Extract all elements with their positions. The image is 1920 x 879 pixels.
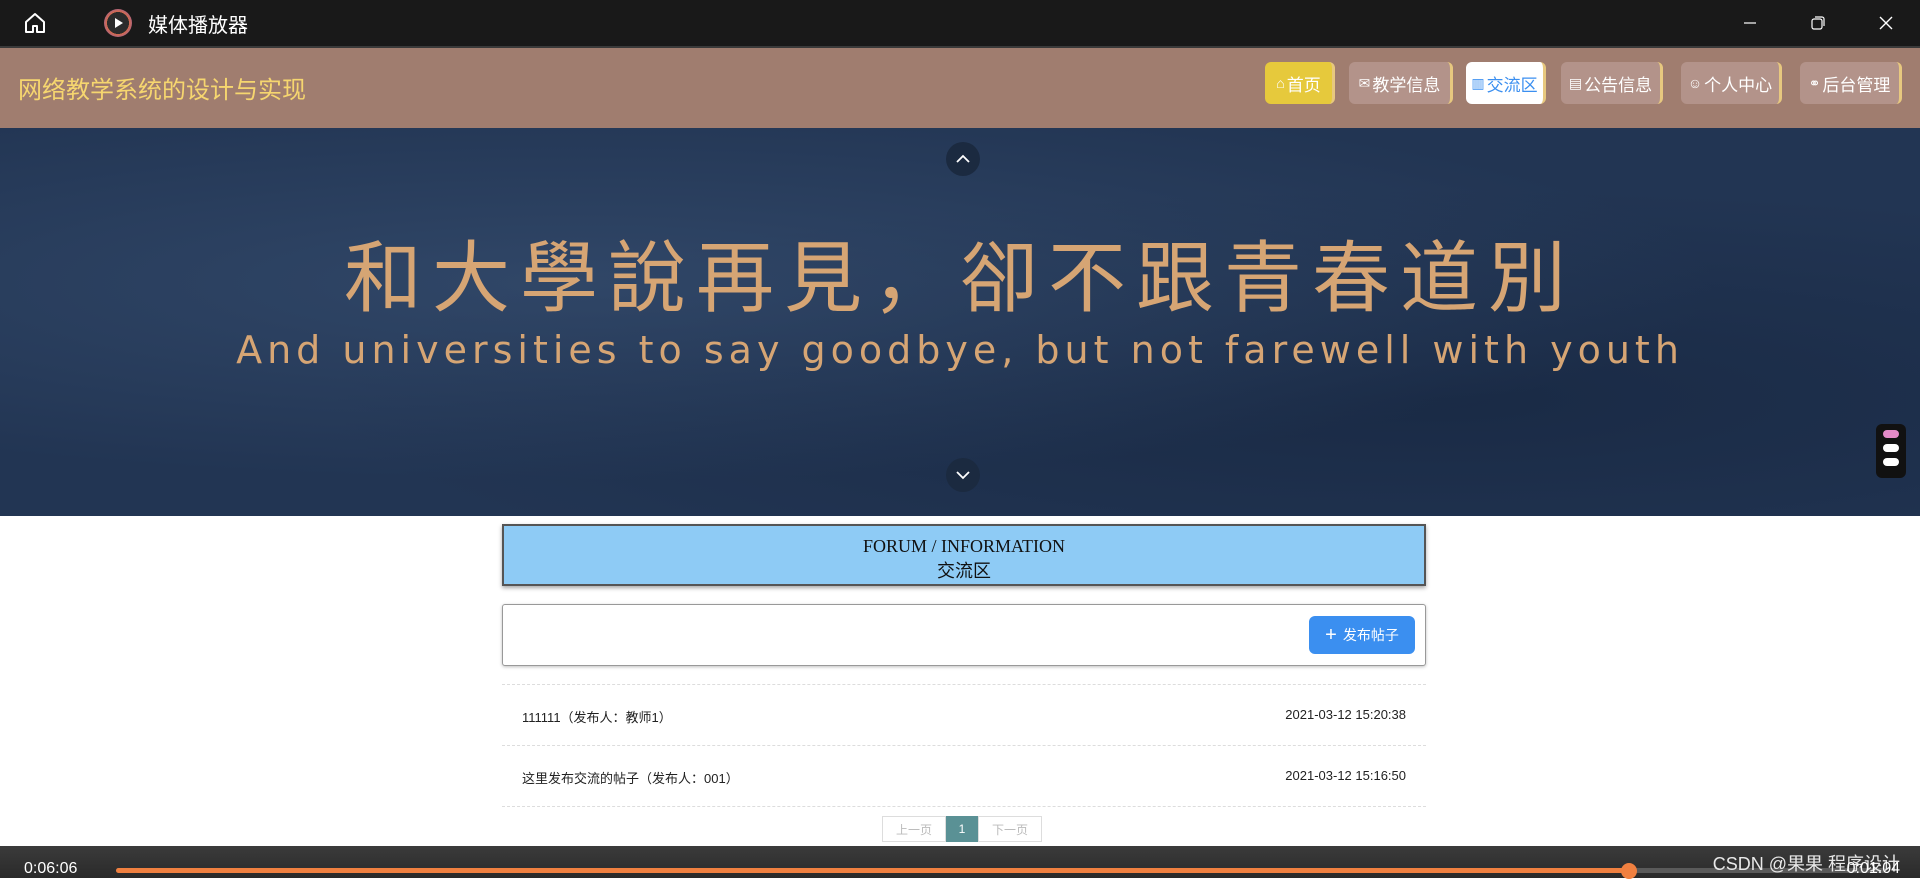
progress-handle[interactable] — [1621, 863, 1638, 879]
user-icon: ☺ — [1687, 75, 1703, 91]
home-icon: ⌂ — [1276, 75, 1285, 91]
prev-page-button[interactable]: 上一页 — [882, 816, 946, 842]
banner-headline: 和大學說再見，卻不跟青春道別 — [343, 234, 1576, 324]
forum-section-header: FORUM / INFORMATION 交流区 — [502, 524, 1426, 586]
pagination: 上一页 1 下一页 — [882, 816, 1042, 842]
post-list: 111111（发布人：教师1） 2021-03-12 15:20:38 这里发布… — [502, 684, 1426, 807]
side-menu-toggle[interactable] — [1876, 424, 1906, 478]
next-page-button[interactable]: 下一页 — [978, 816, 1042, 842]
section-title-en: FORUM / INFORMATION — [862, 536, 1066, 556]
minimize-button[interactable] — [1716, 0, 1784, 46]
nav-forum[interactable]: ▥ 交流区 — [1466, 62, 1546, 104]
nav-personal-center[interactable]: ☺ 个人中心 — [1681, 62, 1782, 104]
progress-track[interactable] — [116, 863, 1886, 879]
mail-icon: ✉ — [1358, 74, 1371, 91]
home-icon[interactable] — [18, 6, 52, 40]
chevron-down-icon[interactable] — [946, 458, 980, 492]
nav-label: 个人中心 — [1704, 75, 1773, 95]
site-navbar: 网络教学系统的设计与实现 ⌂ 首页 ✉ 教学信息 ▥ 交流区 ▤ 公告信息 ☺ … — [0, 46, 1920, 128]
window-titlebar: 媒体播放器 — [0, 0, 1920, 46]
post-date: 2021-03-12 15:20:38 — [1285, 707, 1406, 722]
remaining-time: 0:01:04 — [1846, 860, 1900, 877]
media-player-icon — [104, 9, 132, 37]
elapsed-time: 0:06:06 — [24, 860, 78, 877]
site-title: 网络教学系统的设计与实现 — [18, 77, 306, 104]
window-title: 媒体播放器 — [148, 14, 248, 37]
nav-admin[interactable]: ⚭ 后台管理 — [1800, 62, 1902, 104]
post-toolbar: + 发布帖子 — [502, 604, 1426, 666]
chevron-up-icon[interactable] — [946, 142, 980, 176]
close-button[interactable] — [1852, 0, 1920, 46]
nav-label: 首页 — [1286, 75, 1321, 95]
progress-fill — [116, 868, 1630, 873]
post-title[interactable]: 这里发布交流的帖子（发布人：001） — [522, 768, 739, 787]
publish-post-button[interactable]: + 发布帖子 — [1309, 616, 1415, 654]
banner-subheadline: And universities to say goodbye, but not… — [236, 328, 1684, 372]
plus-icon: + — [1325, 624, 1337, 646]
publish-post-label: 发布帖子 — [1342, 627, 1399, 643]
nav-teaching-info[interactable]: ✉ 教学信息 — [1349, 62, 1453, 104]
notice-icon: ▤ — [1568, 74, 1583, 91]
section-title-cn: 交流区 — [937, 561, 991, 581]
list-item[interactable]: 这里发布交流的帖子（发布人：001） 2021-03-12 15:16:50 — [502, 745, 1426, 807]
post-date: 2021-03-12 15:16:50 — [1285, 768, 1406, 783]
page-1-button[interactable]: 1 — [946, 816, 978, 842]
link-icon: ⚭ — [1808, 74, 1821, 91]
restore-button[interactable] — [1784, 0, 1852, 46]
forum-icon: ▥ — [1471, 74, 1485, 91]
nav-home[interactable]: ⌂ 首页 — [1265, 62, 1335, 104]
post-title[interactable]: 111111（发布人：教师1） — [522, 707, 672, 726]
media-playbar: 0:06:06 CSDN @果果 程序设计 0:01:04 — [0, 846, 1920, 879]
hero-banner: 和大學說再見，卻不跟青春道別 And universities to say g… — [0, 128, 1920, 516]
nav-label: 交流区 — [1486, 75, 1538, 95]
nav-label: 后台管理 — [1822, 75, 1891, 95]
list-item[interactable]: 111111（发布人：教师1） 2021-03-12 15:20:38 — [502, 684, 1426, 745]
nav-label: 教学信息 — [1372, 75, 1441, 95]
nav-label: 公告信息 — [1584, 75, 1653, 95]
nav-notice[interactable]: ▤ 公告信息 — [1561, 62, 1663, 104]
